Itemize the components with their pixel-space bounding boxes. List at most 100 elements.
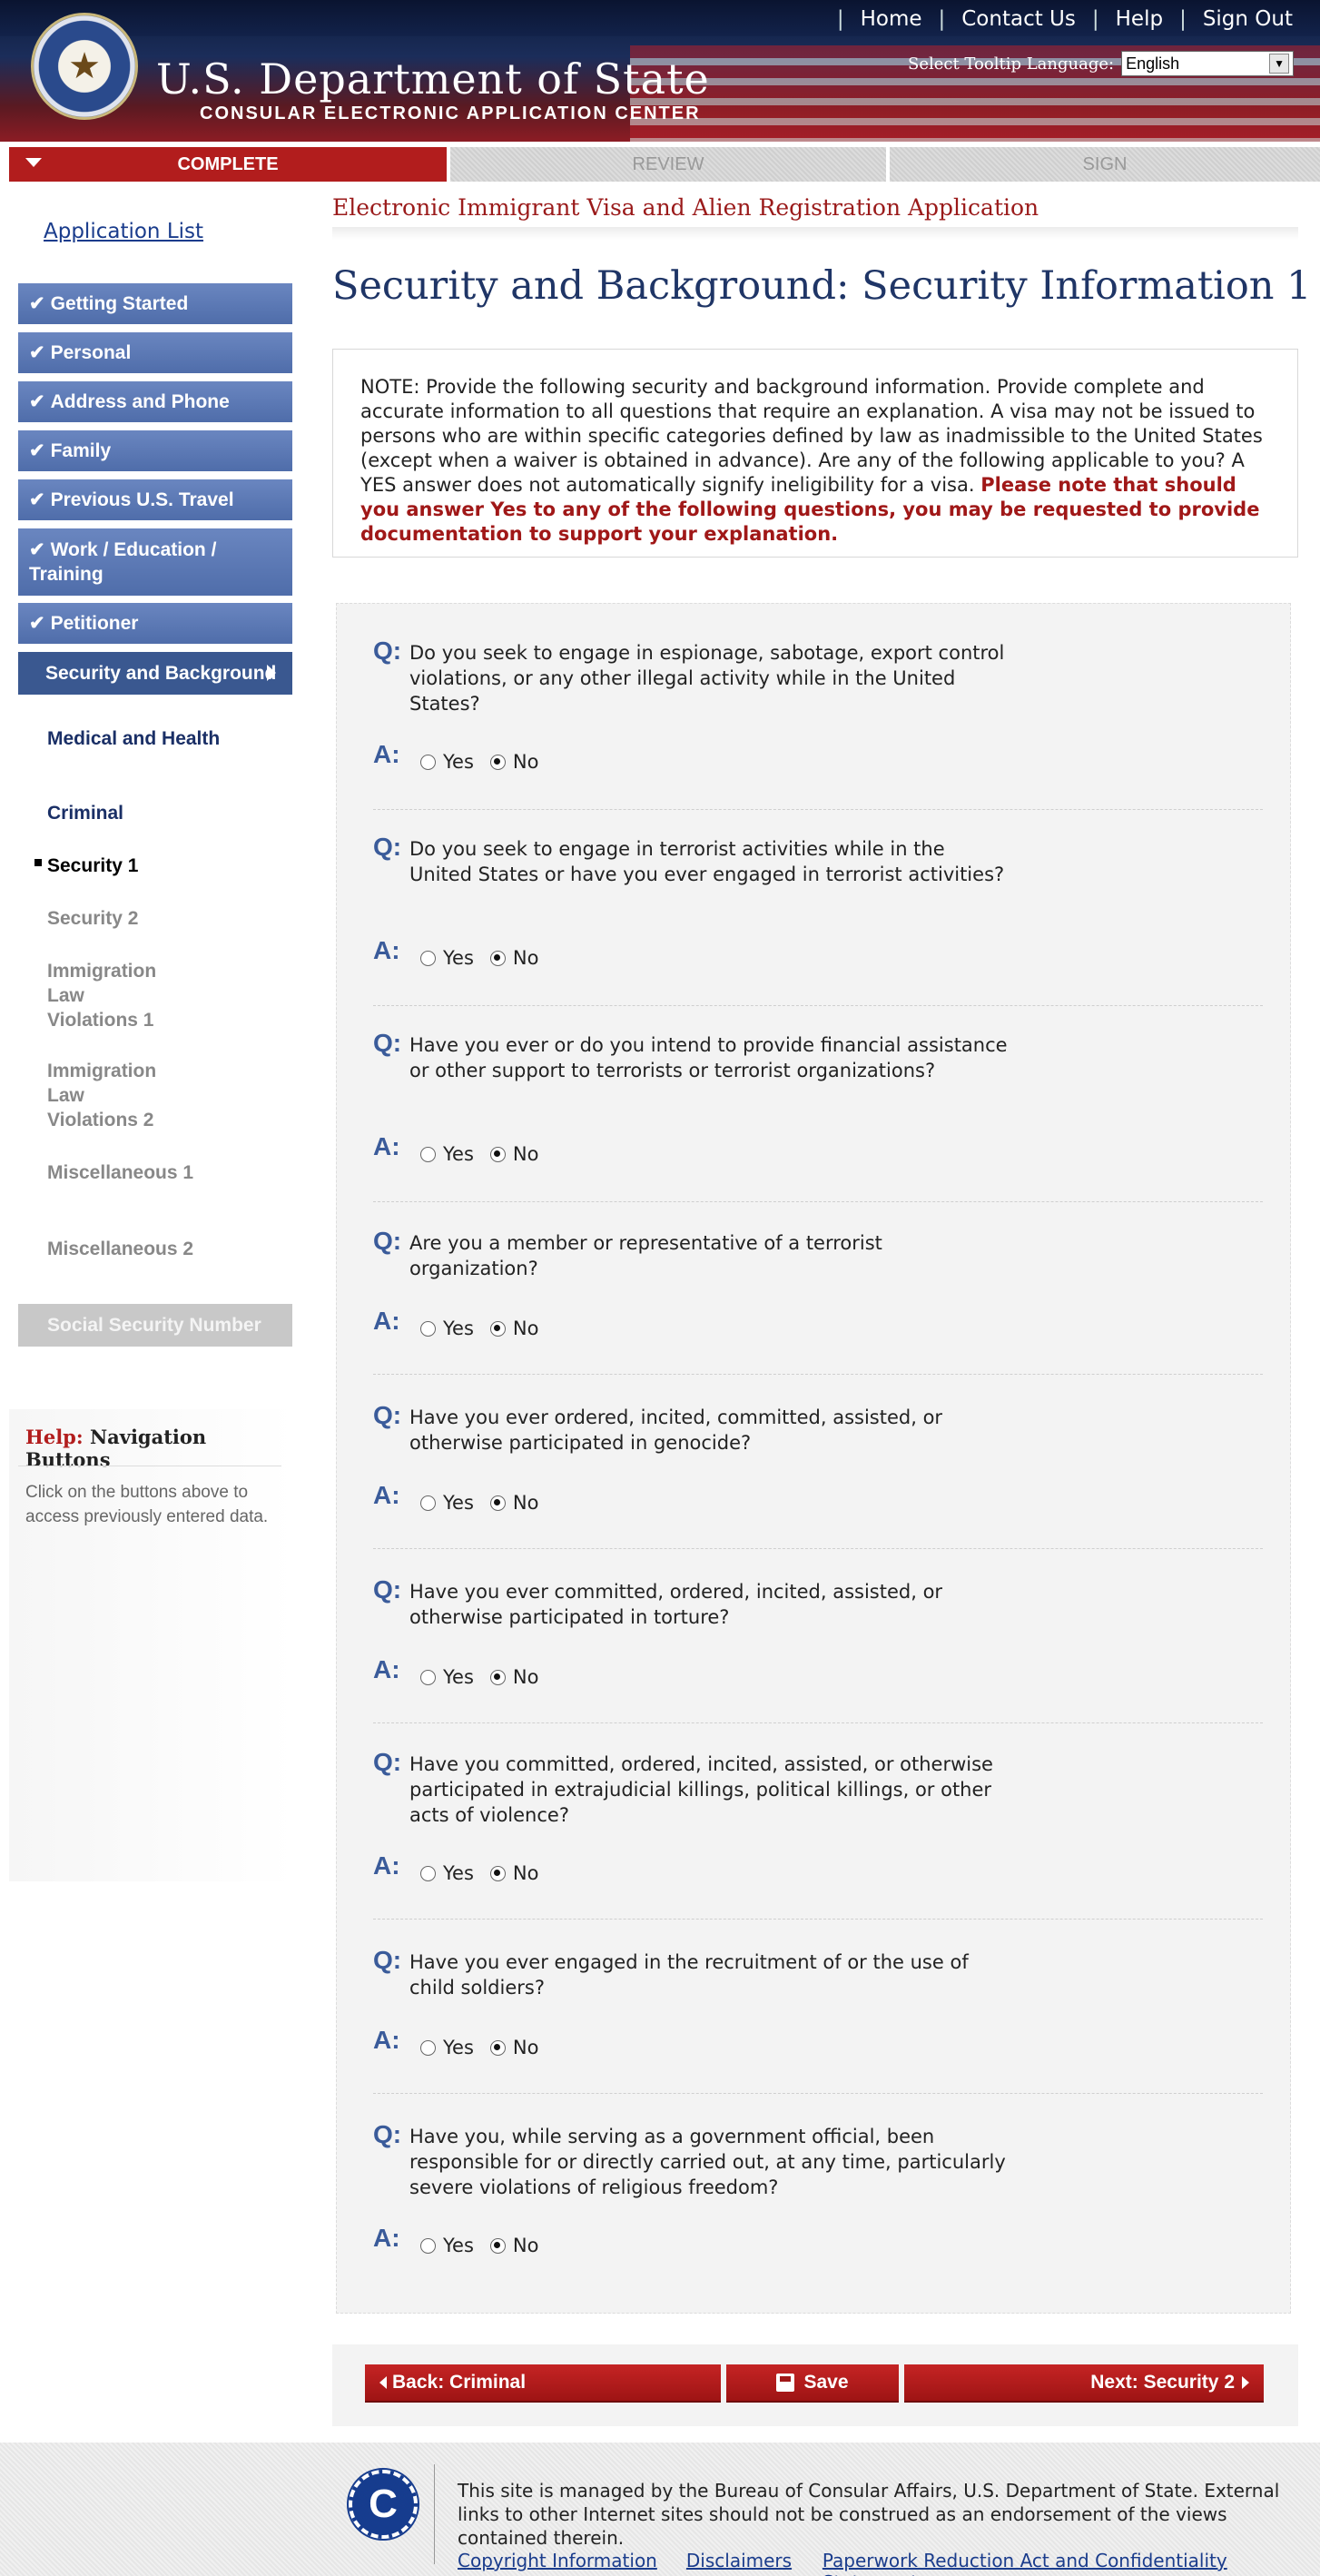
yes-radio[interactable] — [420, 1495, 436, 1511]
q-label: Q: — [373, 1575, 402, 1604]
questions-panel: Q: Do you seek to engage in espionage, s… — [336, 603, 1291, 2314]
sidebar-subitem-security-1[interactable]: Security 1 — [18, 855, 292, 877]
yes-radio[interactable] — [420, 950, 436, 966]
sidebar-item-address-and-phone[interactable]: ✔ Address and Phone — [18, 381, 292, 423]
sidebar-subitem-miscellaneous-1[interactable]: Miscellaneous 1 — [18, 1160, 209, 1185]
no-radio[interactable] — [489, 1669, 506, 1685]
sidebar-subitem-miscellaneous-2[interactable]: Miscellaneous 2 — [18, 1237, 209, 1261]
sidebar-item-work-education-training[interactable]: ✔ Work / Education / Training — [18, 528, 292, 597]
help-prefix: Help: — [25, 1426, 84, 1448]
arrow-right-icon — [267, 665, 276, 681]
yes-radio[interactable] — [420, 754, 436, 770]
no-radio[interactable] — [489, 950, 506, 966]
sidebar-item-petitioner[interactable]: ✔ Petitioner — [18, 603, 292, 645]
answer-options: Yes No — [420, 1862, 538, 1884]
question-divider — [373, 1722, 1263, 1723]
sidebar-item-family[interactable]: ✔ Family — [18, 430, 292, 472]
form-title-divider — [332, 227, 1298, 240]
back-button[interactable]: Back: Criminal — [365, 2364, 721, 2403]
sidebar-subitem-immigration-law-violations-1[interactable]: Immigration Law Violations 1 — [18, 959, 191, 1032]
yes-radio[interactable] — [420, 1865, 436, 1881]
sidebar-item-label: Personal — [50, 342, 132, 363]
no-label: No — [512, 2037, 539, 2058]
no-radio[interactable] — [489, 1146, 506, 1162]
no-radio[interactable] — [489, 1865, 506, 1881]
yes-radio[interactable] — [420, 1320, 436, 1337]
sidebar-subitem-label: Miscellaneous 1 — [47, 1162, 194, 1183]
q-label: Q: — [373, 2120, 402, 2148]
question-divider — [373, 809, 1263, 810]
a-label: A: — [373, 1851, 400, 1880]
sidebar-item-previous-us-travel[interactable]: ✔ Previous U.S. Travel — [18, 479, 292, 521]
floppy-disk-icon — [776, 2374, 795, 2392]
sidebar-subitem-label: Immigration Law Violations 1 — [47, 961, 157, 1031]
question-divider — [373, 1374, 1263, 1375]
no-radio[interactable] — [489, 1320, 506, 1337]
back-button-label: Back: Criminal — [392, 2372, 527, 2393]
yes-radio[interactable] — [420, 1146, 436, 1162]
paperwork-reduction-act-link[interactable]: Paperwork Reduction Act and Confidential… — [823, 2550, 1320, 2576]
disclaimers-link[interactable]: Disclaimers — [686, 2550, 792, 2571]
copyright-information-link[interactable]: Copyright Information — [458, 2550, 657, 2571]
sidebar-subitem-security-2[interactable]: Security 2 — [18, 908, 292, 930]
step-review-label: REVIEW — [632, 153, 704, 174]
sidebar-subitem-immigration-law-violations-2[interactable]: Immigration Law Violations 2 — [18, 1059, 191, 1132]
no-label: No — [512, 751, 539, 773]
consular-affairs-logo-icon: C — [347, 2468, 419, 2541]
question-text: Have you ever engaged in the recruitment… — [409, 1951, 969, 1999]
a-label: A: — [373, 2224, 400, 2252]
answer-options: Yes No — [420, 1143, 538, 1165]
arrow-right-icon — [1242, 2376, 1249, 2389]
sign-out-link[interactable]: Sign Out — [1203, 7, 1293, 31]
arrow-left-icon — [379, 2376, 387, 2389]
help-text: Click on the buttons above to access pre… — [25, 1483, 269, 1526]
no-radio[interactable] — [489, 754, 506, 770]
progress-steps: COMPLETE REVIEW SIGN — [9, 147, 1320, 182]
top-links: | Home | Contact Us | Help | Sign Out — [836, 7, 1293, 31]
no-radio[interactable] — [489, 2237, 506, 2254]
yes-radio[interactable] — [420, 1669, 436, 1685]
check-icon: ✔ — [29, 489, 45, 510]
sidebar: Application List ✔ Getting Started ✔ Perso… — [0, 182, 303, 2406]
sidebar-item-security-and-background[interactable]: Security and Background — [18, 652, 292, 695]
sidebar-item-label: Family — [50, 440, 112, 461]
sidebar-subitem-criminal[interactable]: Criminal — [18, 803, 292, 824]
question-divider — [373, 1548, 1263, 1549]
sidebar-item-personal[interactable]: ✔ Personal — [18, 332, 292, 374]
yes-radio[interactable] — [420, 2039, 436, 2056]
sidebar-subitem-medical-and-health[interactable]: Medical and Health — [18, 726, 292, 751]
step-complete[interactable]: COMPLETE — [9, 147, 447, 182]
sidebar-item-label: Petitioner — [50, 613, 139, 634]
state-department-seal-icon: ★ — [31, 13, 138, 120]
next-button[interactable]: Next: Security 2 — [904, 2364, 1264, 2403]
no-label: No — [512, 1666, 539, 1688]
sidebar-item-getting-started[interactable]: ✔ Getting Started — [18, 283, 292, 325]
sidebar-subitem-label: Immigration Law Violations 2 — [47, 1061, 157, 1130]
contact-us-link[interactable]: Contact Us — [961, 7, 1076, 31]
q-label: Q: — [373, 1401, 402, 1429]
no-label: No — [512, 1143, 539, 1165]
q-label: Q: — [373, 1946, 402, 1974]
next-button-label: Next: Security 2 — [1090, 2372, 1235, 2393]
question-text: Do you seek to engage in espionage, sabo… — [409, 642, 1005, 715]
help-link[interactable]: Help — [1116, 7, 1163, 31]
tooltip-language-select[interactable]: English ▼ — [1121, 51, 1295, 76]
save-button[interactable]: Save — [726, 2364, 899, 2403]
question-divider — [373, 1005, 1263, 1006]
step-complete-label: COMPLETE — [177, 153, 279, 174]
yes-radio[interactable] — [420, 2237, 436, 2254]
home-link[interactable]: Home — [861, 7, 922, 31]
no-radio[interactable] — [489, 2039, 506, 2056]
yes-label: Yes — [443, 2037, 474, 2058]
no-radio[interactable] — [489, 1495, 506, 1511]
a-label: A: — [373, 936, 400, 964]
current-marker-icon — [34, 859, 42, 866]
no-label: No — [512, 1862, 539, 1884]
page-title: Security and Background: Security Inform… — [332, 263, 1312, 309]
sidebar-item-label: Getting Started — [50, 293, 189, 314]
question-divider — [373, 2093, 1263, 2094]
yes-label: Yes — [443, 1492, 474, 1514]
yes-label: Yes — [443, 1666, 474, 1688]
application-list-link[interactable]: Application List — [44, 220, 203, 243]
check-icon: ✔ — [29, 391, 45, 412]
